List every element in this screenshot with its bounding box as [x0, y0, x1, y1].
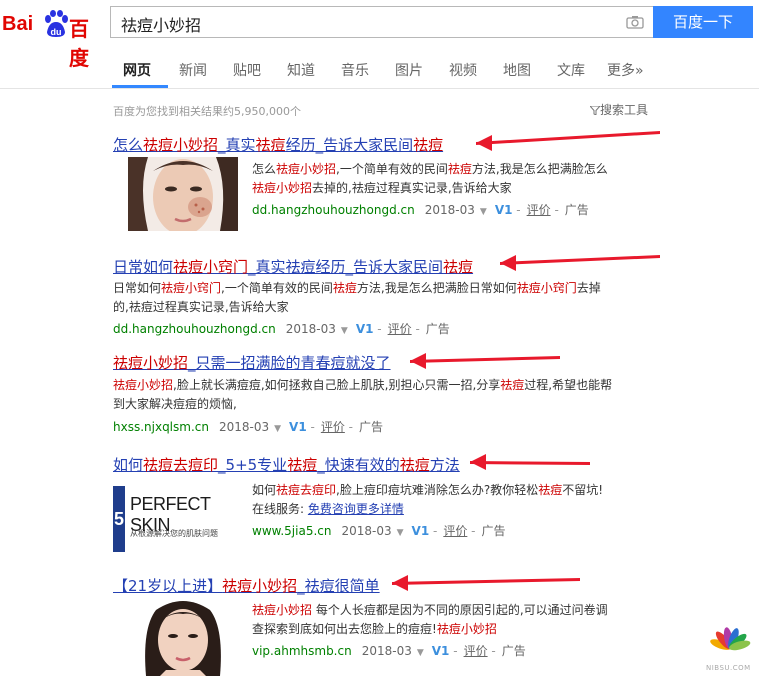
red-arrow-4: [470, 454, 590, 470]
watermark-logo: [710, 627, 751, 651]
red-arrow-3: [410, 353, 560, 369]
watermark-text: NIBSU.COM: [706, 664, 751, 672]
red-arrow-1: [476, 131, 660, 151]
red-arrow-5: [392, 575, 580, 591]
red-arrow-2: [500, 255, 660, 271]
annotation-arrows: [392, 131, 660, 591]
